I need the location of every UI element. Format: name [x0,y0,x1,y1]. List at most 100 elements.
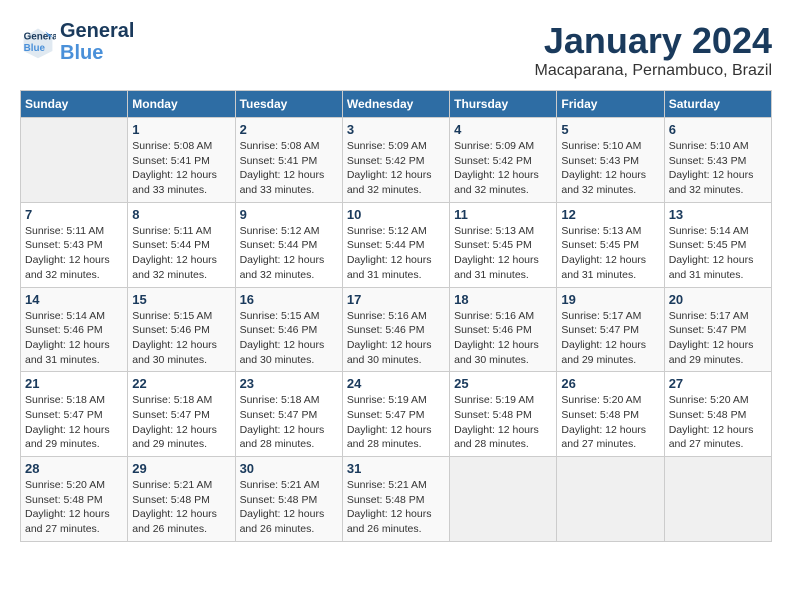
day-info: Sunrise: 5:10 AM Sunset: 5:43 PM Dayligh… [669,139,767,198]
day-number: 1 [132,122,230,137]
day-number: 16 [240,292,338,307]
day-number: 21 [25,376,123,391]
calendar-cell: 25 Sunrise: 5:19 AM Sunset: 5:48 PM Dayl… [450,372,557,457]
day-number: 30 [240,461,338,476]
weekday-header: Sunday [21,91,128,118]
day-number: 3 [347,122,445,137]
day-number: 7 [25,207,123,222]
day-number: 4 [454,122,552,137]
day-number: 17 [347,292,445,307]
day-info: Sunrise: 5:20 AM Sunset: 5:48 PM Dayligh… [561,393,659,452]
calendar-cell: 31 Sunrise: 5:21 AM Sunset: 5:48 PM Dayl… [342,457,449,542]
calendar-cell: 14 Sunrise: 5:14 AM Sunset: 5:46 PM Dayl… [21,287,128,372]
day-info: Sunrise: 5:09 AM Sunset: 5:42 PM Dayligh… [454,139,552,198]
day-number: 25 [454,376,552,391]
day-info: Sunrise: 5:21 AM Sunset: 5:48 PM Dayligh… [347,478,445,537]
calendar-cell: 17 Sunrise: 5:16 AM Sunset: 5:46 PM Dayl… [342,287,449,372]
calendar-cell: 9 Sunrise: 5:12 AM Sunset: 5:44 PM Dayli… [235,202,342,287]
day-number: 23 [240,376,338,391]
day-info: Sunrise: 5:08 AM Sunset: 5:41 PM Dayligh… [240,139,338,198]
calendar-title: January 2024 [535,20,772,62]
calendar-cell: 12 Sunrise: 5:13 AM Sunset: 5:45 PM Dayl… [557,202,664,287]
day-info: Sunrise: 5:20 AM Sunset: 5:48 PM Dayligh… [669,393,767,452]
calendar-week-row: 7 Sunrise: 5:11 AM Sunset: 5:43 PM Dayli… [21,202,772,287]
weekday-header: Monday [128,91,235,118]
day-info: Sunrise: 5:18 AM Sunset: 5:47 PM Dayligh… [240,393,338,452]
day-number: 18 [454,292,552,307]
calendar-cell: 4 Sunrise: 5:09 AM Sunset: 5:42 PM Dayli… [450,118,557,203]
day-number: 6 [669,122,767,137]
calendar-week-row: 1 Sunrise: 5:08 AM Sunset: 5:41 PM Dayli… [21,118,772,203]
day-number: 11 [454,207,552,222]
calendar-cell: 27 Sunrise: 5:20 AM Sunset: 5:48 PM Dayl… [664,372,771,457]
calendar-cell: 30 Sunrise: 5:21 AM Sunset: 5:48 PM Dayl… [235,457,342,542]
day-number: 29 [132,461,230,476]
day-info: Sunrise: 5:15 AM Sunset: 5:46 PM Dayligh… [240,309,338,368]
day-info: Sunrise: 5:17 AM Sunset: 5:47 PM Dayligh… [561,309,659,368]
calendar-cell: 6 Sunrise: 5:10 AM Sunset: 5:43 PM Dayli… [664,118,771,203]
day-info: Sunrise: 5:21 AM Sunset: 5:48 PM Dayligh… [240,478,338,537]
calendar-cell: 22 Sunrise: 5:18 AM Sunset: 5:47 PM Dayl… [128,372,235,457]
calendar-cell [21,118,128,203]
day-number: 13 [669,207,767,222]
day-number: 27 [669,376,767,391]
calendar-cell [450,457,557,542]
calendar-cell [664,457,771,542]
svg-text:General: General [24,31,56,42]
day-info: Sunrise: 5:20 AM Sunset: 5:48 PM Dayligh… [25,478,123,537]
calendar-cell: 23 Sunrise: 5:18 AM Sunset: 5:47 PM Dayl… [235,372,342,457]
day-info: Sunrise: 5:17 AM Sunset: 5:47 PM Dayligh… [669,309,767,368]
day-info: Sunrise: 5:09 AM Sunset: 5:42 PM Dayligh… [347,139,445,198]
weekday-header: Wednesday [342,91,449,118]
day-info: Sunrise: 5:10 AM Sunset: 5:43 PM Dayligh… [561,139,659,198]
day-info: Sunrise: 5:12 AM Sunset: 5:44 PM Dayligh… [347,224,445,283]
calendar-cell: 1 Sunrise: 5:08 AM Sunset: 5:41 PM Dayli… [128,118,235,203]
logo-icon: General Blue [20,24,56,60]
day-info: Sunrise: 5:18 AM Sunset: 5:47 PM Dayligh… [132,393,230,452]
day-info: Sunrise: 5:11 AM Sunset: 5:43 PM Dayligh… [25,224,123,283]
weekday-header: Thursday [450,91,557,118]
calendar-cell: 26 Sunrise: 5:20 AM Sunset: 5:48 PM Dayl… [557,372,664,457]
day-number: 9 [240,207,338,222]
calendar-cell: 19 Sunrise: 5:17 AM Sunset: 5:47 PM Dayl… [557,287,664,372]
calendar-table: SundayMondayTuesdayWednesdayThursdayFrid… [20,90,772,542]
day-number: 31 [347,461,445,476]
day-info: Sunrise: 5:13 AM Sunset: 5:45 PM Dayligh… [561,224,659,283]
header-row: SundayMondayTuesdayWednesdayThursdayFrid… [21,91,772,118]
calendar-cell: 24 Sunrise: 5:19 AM Sunset: 5:47 PM Dayl… [342,372,449,457]
calendar-cell: 11 Sunrise: 5:13 AM Sunset: 5:45 PM Dayl… [450,202,557,287]
calendar-cell: 7 Sunrise: 5:11 AM Sunset: 5:43 PM Dayli… [21,202,128,287]
calendar-cell: 13 Sunrise: 5:14 AM Sunset: 5:45 PM Dayl… [664,202,771,287]
day-info: Sunrise: 5:13 AM Sunset: 5:45 PM Dayligh… [454,224,552,283]
logo-text: GeneralBlue [60,20,134,64]
day-info: Sunrise: 5:14 AM Sunset: 5:45 PM Dayligh… [669,224,767,283]
day-number: 24 [347,376,445,391]
day-number: 2 [240,122,338,137]
day-info: Sunrise: 5:16 AM Sunset: 5:46 PM Dayligh… [347,309,445,368]
day-number: 8 [132,207,230,222]
calendar-cell: 10 Sunrise: 5:12 AM Sunset: 5:44 PM Dayl… [342,202,449,287]
calendar-cell: 16 Sunrise: 5:15 AM Sunset: 5:46 PM Dayl… [235,287,342,372]
day-info: Sunrise: 5:19 AM Sunset: 5:48 PM Dayligh… [454,393,552,452]
logo: General Blue GeneralBlue [20,20,134,64]
calendar-cell: 8 Sunrise: 5:11 AM Sunset: 5:44 PM Dayli… [128,202,235,287]
day-info: Sunrise: 5:14 AM Sunset: 5:46 PM Dayligh… [25,309,123,368]
day-number: 26 [561,376,659,391]
title-block: January 2024 Macaparana, Pernambuco, Bra… [535,20,772,80]
calendar-cell: 2 Sunrise: 5:08 AM Sunset: 5:41 PM Dayli… [235,118,342,203]
calendar-cell: 20 Sunrise: 5:17 AM Sunset: 5:47 PM Dayl… [664,287,771,372]
page-header: General Blue GeneralBlue January 2024 Ma… [20,20,772,80]
day-info: Sunrise: 5:12 AM Sunset: 5:44 PM Dayligh… [240,224,338,283]
day-info: Sunrise: 5:18 AM Sunset: 5:47 PM Dayligh… [25,393,123,452]
day-info: Sunrise: 5:15 AM Sunset: 5:46 PM Dayligh… [132,309,230,368]
calendar-cell: 5 Sunrise: 5:10 AM Sunset: 5:43 PM Dayli… [557,118,664,203]
weekday-header: Saturday [664,91,771,118]
calendar-week-row: 21 Sunrise: 5:18 AM Sunset: 5:47 PM Dayl… [21,372,772,457]
calendar-week-row: 14 Sunrise: 5:14 AM Sunset: 5:46 PM Dayl… [21,287,772,372]
calendar-cell: 18 Sunrise: 5:16 AM Sunset: 5:46 PM Dayl… [450,287,557,372]
day-number: 20 [669,292,767,307]
day-number: 22 [132,376,230,391]
day-number: 12 [561,207,659,222]
weekday-header: Tuesday [235,91,342,118]
calendar-cell: 28 Sunrise: 5:20 AM Sunset: 5:48 PM Dayl… [21,457,128,542]
